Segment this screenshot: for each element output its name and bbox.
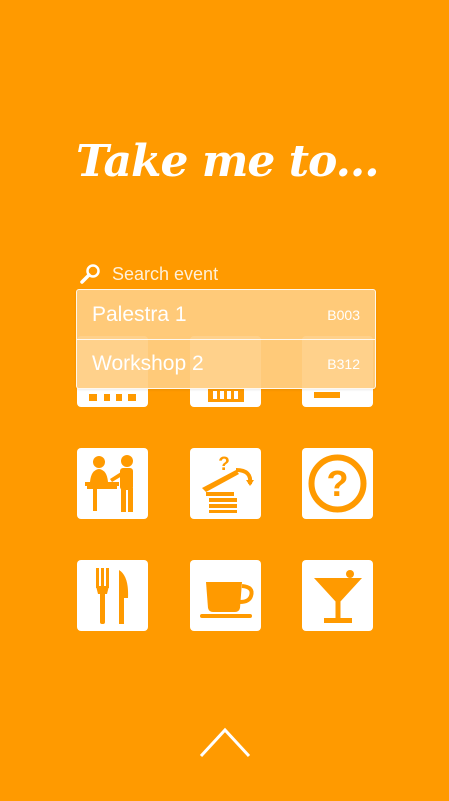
tile-coffee[interactable] [190, 560, 261, 631]
tile-restaurant[interactable] [77, 560, 148, 631]
suggestion-name: Palestra 1 [92, 302, 187, 326]
search-suggestions: Palestra 1 B003 Workshop 2 B312 [76, 289, 376, 389]
suggestion-item[interactable]: Workshop 2 B312 [77, 339, 375, 388]
suggestion-code: B003 [327, 306, 360, 323]
reception-desk-icon [85, 455, 133, 512]
svg-text:?: ? [218, 454, 230, 475]
svg-text:?: ? [327, 463, 349, 504]
search-input[interactable] [112, 263, 362, 285]
chevron-up-icon[interactable] [198, 722, 252, 760]
suggestion-code: B312 [327, 356, 360, 372]
coffee-icon [200, 582, 254, 618]
bar-icon [314, 570, 362, 623]
tile-bar[interactable] [302, 560, 373, 631]
suggestion-item[interactable]: Palestra 1 B003 [77, 290, 375, 339]
search-bar[interactable] [78, 260, 378, 288]
information-icon: ? [202, 454, 254, 513]
tile-information[interactable]: ? [190, 448, 261, 519]
restaurant-icon [96, 568, 129, 624]
tile-help[interactable]: ? [302, 448, 373, 519]
suggestion-name: Workshop 2 [92, 352, 204, 375]
help-icon: ? [308, 454, 367, 513]
page-title: Take me to... [76, 136, 380, 187]
tile-reception[interactable] [77, 448, 148, 519]
search-icon [80, 264, 100, 284]
